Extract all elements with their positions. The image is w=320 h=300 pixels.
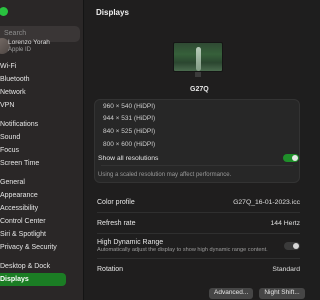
sidebar-nav: Wi-Fi Bluetooth Network VPN Notification… [0,60,84,286]
sidebar-item-accessibility[interactable]: Accessibility [0,202,84,215]
monitor-icon [173,42,223,72]
sidebar-item-desktop-dock[interactable]: Desktop & Dock [0,260,84,273]
rotation-row[interactable]: Rotation Standard [94,259,300,279]
sidebar-item-siri-spotlight[interactable]: Siri & Spotlight [0,228,84,241]
display-thumbnail[interactable] [173,42,223,78]
sidebar-item-vpn[interactable]: VPN [0,99,84,112]
color-profile-value[interactable]: G27Q_16-01-2023.icc [233,199,300,206]
sidebar-item-sound[interactable]: Sound [0,131,84,144]
hdr-subtitle: Automatically adjust the display to show… [97,247,268,253]
sidebar-item-appearance[interactable]: Appearance [0,189,84,202]
sidebar-item-general[interactable]: General [0,176,84,189]
display-settings: Color profile G27Q_16-01-2023.icc Refres… [94,192,300,279]
rotation-value[interactable]: Standard [272,266,300,273]
resolution-option[interactable]: 944 × 531 (HiDPI) [95,112,299,125]
sidebar-item-focus[interactable]: Focus [0,144,84,157]
rotation-label: Rotation [97,265,124,273]
account-row[interactable]: Lorenzo Yorah Apple ID [0,38,80,60]
show-all-label: Show all resolutions [98,154,159,162]
sidebar-item-displays[interactable]: Displays [0,273,66,286]
hdr-label: High Dynamic Range [97,239,164,246]
sidebar-item-notifications[interactable]: Notifications [0,118,84,131]
display-name: G27Q [190,86,209,93]
sidebar-item-control-center[interactable]: Control Center [0,215,84,228]
sidebar-item-bluetooth[interactable]: Bluetooth [0,73,84,86]
sidebar-item-privacy-security[interactable]: Privacy & Security [0,241,84,254]
advanced-button[interactable]: Advanced... [209,288,254,299]
show-all-toggle[interactable] [283,154,299,162]
sidebar-item-wifi[interactable]: Wi-Fi [0,60,84,73]
page-title: Displays [96,8,129,17]
show-all-resolutions-row: Show all resolutions [95,151,299,165]
sidebar: Search Lorenzo Yorah Apple ID Wi-Fi Blue… [0,0,84,300]
hdr-row: High Dynamic Range Automatically adjust … [94,234,300,258]
sidebar-item-screen-time[interactable]: Screen Time [0,157,84,170]
color-profile-label: Color profile [97,198,135,206]
resolution-option[interactable]: 800 × 600 (HiDPI) [95,138,299,151]
color-profile-row[interactable]: Color profile G27Q_16-01-2023.icc [94,192,300,212]
sidebar-item-network[interactable]: Network [0,86,84,99]
zoom-window-button[interactable] [0,7,8,16]
refresh-rate-value[interactable]: 144 Hertz [271,220,300,227]
refresh-rate-row[interactable]: Refresh rate 144 Hertz [94,213,300,233]
hdr-toggle[interactable] [284,242,300,250]
account-name: Lorenzo Yorah [8,39,50,46]
system-settings-window: Search Lorenzo Yorah Apple ID Wi-Fi Blue… [0,0,305,300]
scaled-resolution-note: Using a scaled resolution may affect per… [98,172,232,178]
night-shift-button[interactable]: Night Shift... [259,288,305,299]
refresh-rate-label: Refresh rate [97,219,136,227]
resolution-option[interactable]: 960 × 540 (HiDPI) [95,100,299,112]
footer-buttons: Advanced... Night Shift... [209,288,305,299]
resolution-option[interactable]: 840 × 525 (HiDPI) [95,125,299,138]
window-controls [0,7,8,16]
main-pane: Displays G27Q 960 × 540 (HiDPI) 944 × 53… [85,0,305,300]
resolution-list: 960 × 540 (HiDPI) 944 × 531 (HiDPI) 840 … [94,99,300,183]
account-subtitle: Apple ID [8,47,32,53]
